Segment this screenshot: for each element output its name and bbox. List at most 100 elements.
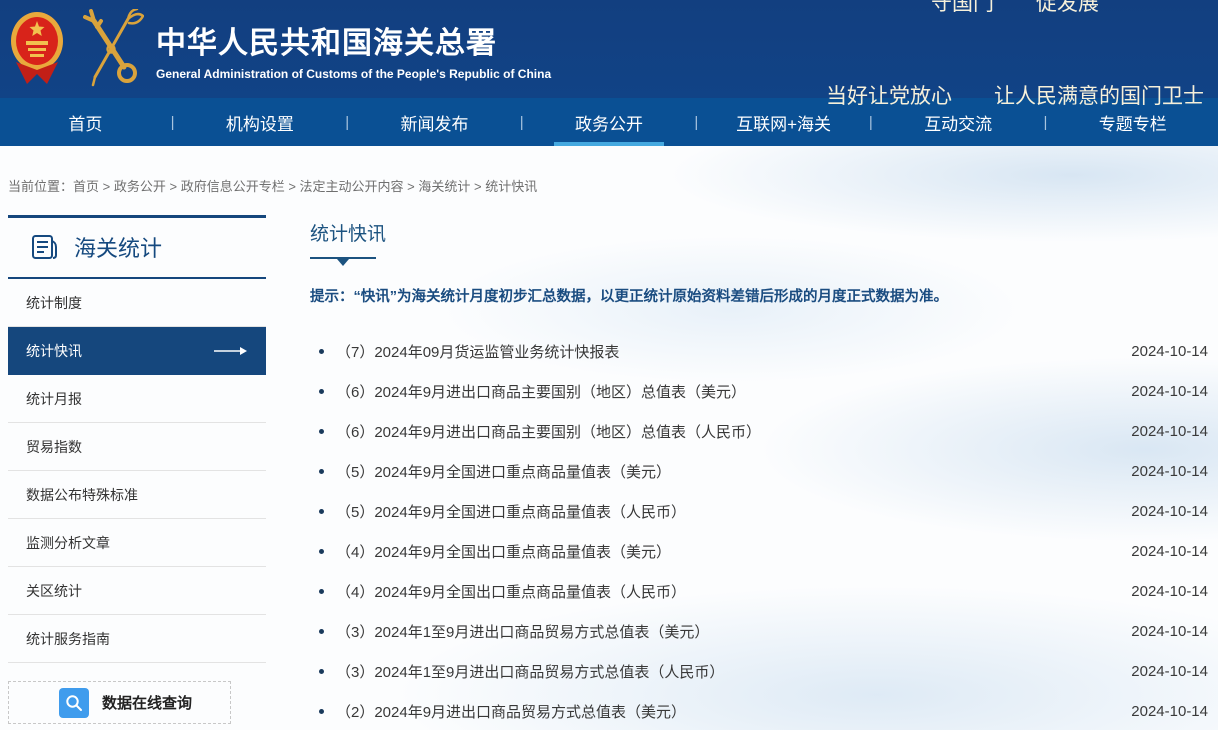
search-icon — [59, 688, 89, 718]
list-item: （6）2024年9月进出口商品主要国别（地区）总值表（美元）2024-10-14 — [310, 371, 1208, 411]
news-link[interactable]: （2）2024年9月进出口商品贸易方式总值表（美元） — [336, 701, 1111, 722]
news-link[interactable]: （3）2024年1至9月进出口商品贸易方式总值表（人民币） — [336, 661, 1111, 682]
bullet-icon — [319, 549, 324, 554]
nav-item-label: 互联网+海关 — [736, 110, 831, 135]
news-date: 2024-10-14 — [1131, 663, 1208, 680]
news-link[interactable]: （3）2024年1至9月进出口商品贸易方式总值表（美元） — [336, 621, 1111, 642]
triangle-down-icon — [337, 259, 349, 266]
hint-text: 提示：“快讯”为海关统计月度初步汇总数据，以更正统计原始资料差错后形成的月度正式… — [310, 285, 1208, 306]
breadcrumb-item[interactable]: 法定主动公开内容 — [300, 179, 404, 194]
news-link[interactable]: （5）2024年9月全国进口重点商品量值表（人民币） — [336, 501, 1111, 522]
sidebar-item-label: 数据公布特殊标准 — [26, 485, 138, 505]
nav-item-label: 首页 — [68, 110, 102, 135]
nav-item-label: 机构设置 — [226, 110, 294, 135]
site-brand: 中华人民共和国海关总署 General Administration of Cu… — [10, 9, 551, 89]
breadcrumb-item[interactable]: 政府信息公开专栏 — [181, 179, 285, 194]
news-date: 2024-10-14 — [1131, 423, 1208, 440]
news-link[interactable]: （6）2024年9月进出口商品主要国别（地区）总值表（人民币） — [336, 421, 1111, 442]
sidebar-item-5[interactable]: 数据公布特殊标准 — [8, 471, 266, 519]
list-item: （5）2024年9月全国进口重点商品量值表（人民币） 2024-10-14 — [310, 491, 1208, 531]
list-item: （3）2024年1至9月进出口商品贸易方式总值表（人民币） 2024-10-14 — [310, 651, 1208, 691]
bullet-icon — [319, 509, 324, 514]
title-underline — [310, 257, 376, 259]
bullet-icon — [319, 429, 324, 434]
news-date: 2024-10-14 — [1131, 623, 1208, 640]
nav-item-label: 互动交流 — [924, 110, 992, 135]
nav-item-3[interactable]: 新闻发布 — [349, 98, 520, 146]
sidebar-item-label: 统计制度 — [26, 293, 82, 313]
long-arrow-right-icon — [214, 346, 248, 356]
news-date: 2024-10-14 — [1131, 583, 1208, 600]
sidebar-item-label: 统计月报 — [26, 389, 82, 409]
news-date: 2024-10-14 — [1131, 463, 1208, 480]
sidebar-item-label: 贸易指数 — [26, 437, 82, 457]
news-link[interactable]: （6）2024年9月进出口商品主要国别（地区）总值表（美元） — [336, 381, 1111, 402]
sidebar: 海关统计 统计制度统计快讯统计月报贸易指数数据公布特殊标准监测分析文章关区统计统… — [8, 215, 266, 730]
active-tab-underline — [554, 142, 664, 146]
nav-item-5[interactable]: 互联网+海关 — [698, 98, 869, 146]
page: 中华人民共和国海关总署 General Administration of Cu… — [0, 0, 1218, 730]
sidebar-item-8[interactable]: 统计服务指南 — [8, 615, 266, 663]
breadcrumb-separator: > — [166, 179, 181, 194]
bullet-icon — [319, 629, 324, 634]
nav-item-label: 新闻发布 — [400, 110, 468, 135]
data-query-button[interactable]: 数据在线查询 — [8, 681, 231, 724]
site-title: 中华人民共和国海关总署 — [156, 18, 551, 62]
news-link[interactable]: （7）2024年09月货运监管业务统计快报表 — [336, 341, 1111, 362]
list-item: （4）2024年9月全国出口重点商品量值表（人民币） 2024-10-14 — [310, 571, 1208, 611]
news-link[interactable]: （5）2024年9月全国进口重点商品量值表（美元） — [336, 461, 1111, 482]
nav-item-label: 专题专栏 — [1099, 110, 1167, 135]
sidebar-item-7[interactable]: 关区统计 — [8, 567, 266, 615]
breadcrumb-separator: > — [470, 179, 485, 194]
sidebar-item-label: 监测分析文章 — [26, 533, 110, 553]
breadcrumb-item[interactable]: 政务公开 — [114, 179, 166, 194]
slogan-line-1: 守国门 促发展 — [826, 0, 1204, 19]
sidebar-item-label: 统计服务指南 — [26, 629, 110, 649]
site-subtitle: General Administration of Customs of the… — [156, 67, 551, 81]
bullet-icon — [319, 709, 324, 714]
nav-item-label: 政务公开 — [575, 110, 643, 135]
news-date: 2024-10-14 — [1131, 703, 1208, 720]
breadcrumb-separator: > — [99, 179, 114, 194]
list-item: （6）2024年9月进出口商品主要国别（地区）总值表（人民币） 2024-10-1… — [310, 411, 1208, 451]
breadcrumb-item[interactable]: 海关统计 — [418, 179, 470, 194]
bullet-icon — [319, 669, 324, 674]
breadcrumb-item: 统计快讯 — [485, 179, 537, 194]
bullet-icon — [319, 389, 324, 394]
news-date: 2024-10-14 — [1131, 543, 1208, 560]
main-panel: 统计快讯 提示：“快讯”为海关统计月度初步汇总数据，以更正统计原始资料差错后形成… — [266, 215, 1208, 730]
news-link[interactable]: （4）2024年9月全国出口重点商品量值表（美元） — [336, 541, 1111, 562]
sidebar-item-label: 统计快讯 — [26, 341, 82, 361]
sidebar-item-1[interactable]: 统计制度 — [8, 279, 266, 327]
nav-item-2[interactable]: 机构设置 — [175, 98, 346, 146]
data-query-label: 数据在线查询 — [102, 692, 192, 713]
news-link[interactable]: （4）2024年9月全国出口重点商品量值表（人民币） — [336, 581, 1111, 602]
sidebar-menu: 统计制度统计快讯统计月报贸易指数数据公布特殊标准监测分析文章关区统计统计服务指南 — [8, 279, 266, 663]
news-list: （7）2024年09月货运监管业务统计快报表2024-10-14（6）2024年… — [310, 331, 1208, 730]
sidebar-item-4[interactable]: 贸易指数 — [8, 423, 266, 471]
breadcrumb-item[interactable]: 首页 — [73, 179, 99, 194]
document-icon — [30, 232, 60, 262]
news-date: 2024-10-14 — [1131, 343, 1208, 360]
sidebar-item-2[interactable]: 统计快讯 — [8, 327, 266, 375]
list-item: （2）2024年9月进出口商品贸易方式总值表（美元） 2024-10-14 — [310, 691, 1208, 730]
content: 海关统计 统计制度统计快讯统计月报贸易指数数据公布特殊标准监测分析文章关区统计统… — [0, 215, 1218, 730]
nav-item-6[interactable]: 互动交流 — [873, 98, 1044, 146]
bullet-icon — [319, 469, 324, 474]
news-date: 2024-10-14 — [1131, 503, 1208, 520]
breadcrumb-separator: > — [285, 179, 300, 194]
list-item: （7）2024年09月货运监管业务统计快报表 2024-10-14 — [310, 331, 1208, 371]
header-slogan: 守国门 促发展 当好让党放心 让人民满意的国门卫士 — [826, 0, 1204, 174]
list-item: （4）2024年9月全国出口重点商品量值表（美元） 2024-10-14 — [310, 531, 1208, 571]
nav-item-4[interactable]: 政务公开 — [524, 98, 695, 146]
nav-item-1[interactable]: 首页 — [0, 98, 171, 146]
list-item: （5）2024年9月全国进口重点商品量值表（美元） 2024-10-14 — [310, 451, 1208, 491]
sidebar-item-6[interactable]: 监测分析文章 — [8, 519, 266, 567]
site-titles: 中华人民共和国海关总署 General Administration of Cu… — [156, 18, 551, 81]
content-background: 当前位置：首页 > 政务公开 > 政府信息公开专栏 > 法定主动公开内容 > 海… — [0, 146, 1218, 730]
breadcrumb-prefix: 当前位置： — [8, 179, 73, 194]
sidebar-item-3[interactable]: 统计月报 — [8, 375, 266, 423]
customs-emblem-icon — [78, 9, 144, 89]
nav-item-7[interactable]: 专题专栏 — [1047, 98, 1218, 146]
list-item: （3）2024年1至9月进出口商品贸易方式总值表（美元） 2024-10-14 — [310, 611, 1208, 651]
